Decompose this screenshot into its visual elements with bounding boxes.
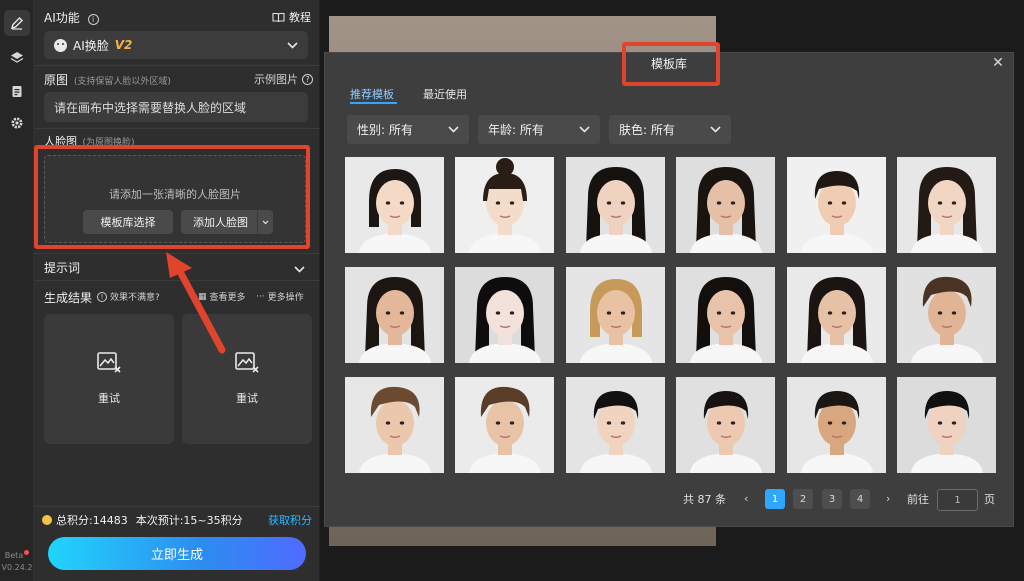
beta-label: Beta	[0, 550, 34, 561]
template-thumbnail[interactable]	[455, 377, 555, 473]
divider	[34, 506, 320, 507]
more-dots-icon: ···	[256, 291, 265, 302]
ai-tool-select[interactable]: AI换脸 V2	[44, 31, 308, 59]
example-images-link[interactable]: 示例图片 ?	[254, 71, 313, 87]
page-button[interactable]: 3	[822, 489, 842, 509]
next-page-icon[interactable]: ›	[886, 492, 890, 505]
template-thumbnail[interactable]	[455, 267, 555, 363]
total-count: 共 87 条	[683, 493, 726, 506]
get-points-link[interactable]: 获取积分	[268, 512, 312, 528]
tab-recent[interactable]: 最近使用	[423, 86, 467, 102]
template-thumbnail[interactable]	[455, 157, 555, 253]
page-suffix: 页	[984, 493, 995, 506]
divider	[34, 65, 320, 66]
tool-rail: Beta V0.24.2	[0, 0, 34, 581]
retry-button[interactable]: 重试	[182, 390, 312, 406]
chevron-down-icon	[579, 126, 590, 133]
template-thumbnail[interactable]	[786, 267, 886, 363]
gear-icon[interactable]	[4, 110, 30, 136]
info-icon: i	[87, 14, 99, 25]
template-thumbnail[interactable]	[345, 377, 444, 473]
template-thumbnail[interactable]	[897, 157, 996, 253]
highlight-box	[622, 42, 720, 86]
template-library-modal: 模板库 ✕ 推荐模板 最近使用 性别: 所有 年龄: 所有 肤色: 所有 共 8…	[324, 42, 1014, 527]
page-button[interactable]: 1	[765, 489, 785, 509]
source-image-title: 原图 (支持保留人脸以外区域)	[44, 73, 171, 87]
template-thumbnail[interactable]	[786, 157, 886, 253]
chevron-down-icon	[710, 126, 721, 133]
template-thumbnail[interactable]	[676, 377, 776, 473]
source-region-instruction: 请在画布中选择需要替换人脸的区域	[44, 92, 308, 122]
template-thumbnail[interactable]	[345, 157, 444, 253]
results-title: 生成结果	[44, 291, 93, 305]
prev-page-icon[interactable]: ‹	[744, 492, 748, 505]
more-actions-link[interactable]: ··· 更多操作	[256, 290, 304, 304]
template-thumbnail[interactable]	[345, 267, 444, 363]
gender-filter[interactable]: 性别: 所有	[347, 115, 469, 144]
template-thumbnail[interactable]	[565, 377, 665, 473]
generate-button[interactable]: 立即生成	[48, 537, 306, 570]
template-thumbnail[interactable]	[897, 377, 996, 473]
tutorial-link[interactable]: 教程	[272, 9, 311, 25]
broken-image-icon	[235, 352, 259, 377]
prompt-section-header[interactable]: 提示词	[44, 259, 80, 276]
template-thumbnail[interactable]	[897, 267, 996, 363]
version-label: V0.24.2	[1, 563, 33, 572]
page-button[interactable]: 2	[793, 489, 813, 509]
feedback-link[interactable]: ! 效果不满意?	[97, 290, 160, 303]
age-filter[interactable]: 年龄: 所有	[478, 115, 600, 144]
template-thumbnail[interactable]	[565, 267, 665, 363]
retry-button[interactable]: 重试	[44, 390, 174, 406]
ai-function-title: AI功能 i	[44, 9, 99, 26]
template-thumbnail[interactable]	[786, 377, 886, 473]
result-card-1[interactable]: 重试	[44, 314, 174, 444]
template-thumbnail[interactable]	[565, 157, 665, 253]
template-thumbnail[interactable]	[676, 157, 776, 253]
broken-image-icon	[97, 352, 121, 377]
book-icon	[272, 12, 285, 22]
chevron-down-icon	[448, 126, 459, 133]
active-tab-indicator	[350, 102, 397, 104]
info-icon: !	[97, 291, 107, 302]
points-summary: 总积分:14483 本次预计:15~35积分	[42, 512, 243, 528]
help-icon: ?	[302, 73, 313, 85]
divider	[34, 128, 320, 129]
highlight-box	[34, 145, 310, 249]
goto-page-input[interactable]: 1	[937, 489, 978, 511]
face-swap-icon	[54, 38, 67, 52]
layers-icon[interactable]	[4, 45, 30, 71]
chevron-down-icon[interactable]	[294, 262, 305, 276]
tab-recommended[interactable]: 推荐模板	[350, 86, 394, 102]
close-icon[interactable]: ✕	[991, 55, 1005, 71]
edit-icon[interactable]	[4, 10, 30, 36]
annotation-arrow	[166, 252, 226, 354]
clipboard-icon[interactable]	[4, 78, 30, 104]
coin-icon	[42, 515, 52, 525]
goto-label: 前往	[907, 493, 929, 506]
page-button[interactable]: 4	[850, 489, 870, 509]
template-thumbnail[interactable]	[676, 267, 776, 363]
chevron-down-icon	[287, 38, 298, 52]
skin-tone-filter[interactable]: 肤色: 所有	[609, 115, 731, 144]
